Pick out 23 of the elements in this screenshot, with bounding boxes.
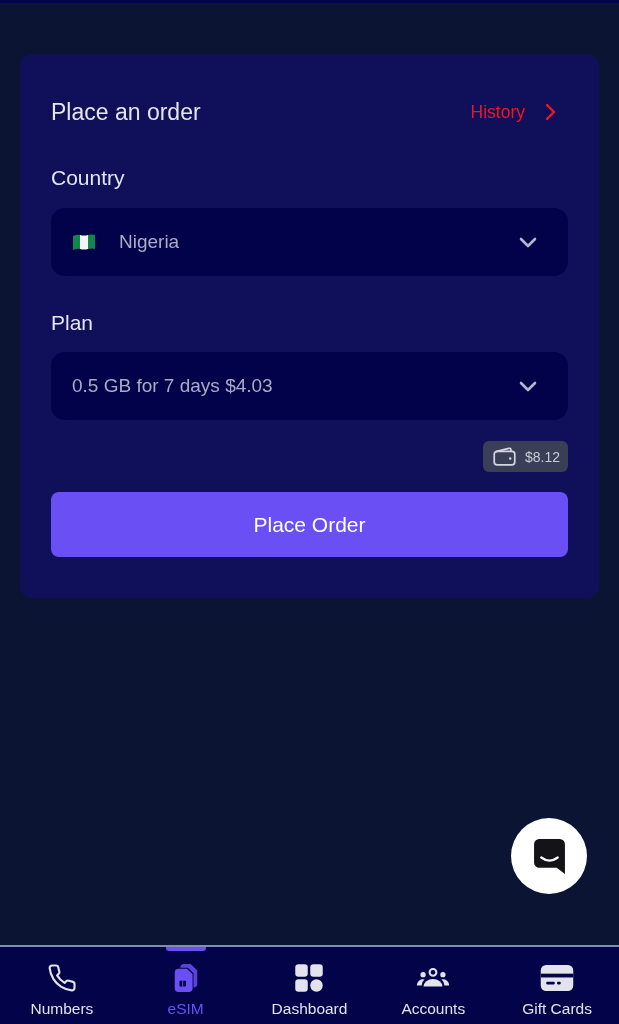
tab-indicator	[165, 947, 206, 951]
chevron-right-icon	[545, 103, 556, 121]
nav-tab[interactable]: Numbers	[0, 947, 124, 1024]
nav-tab[interactable]: Dashboard	[247, 947, 372, 1024]
flag-icon	[72, 233, 96, 251]
plan-select[interactable]: 0.5 GB for 7 days $4.03	[51, 352, 568, 420]
country-select[interactable]: Nigeria	[51, 208, 568, 276]
place-order-button[interactable]: Place Order	[51, 492, 568, 557]
card-title: Place an order	[51, 98, 201, 126]
phone-icon	[46, 963, 77, 993]
chat-bubble-icon	[533, 838, 565, 874]
dashboard-grid-icon	[294, 963, 325, 993]
balance-amount: $8.12	[524, 448, 560, 465]
field-label: Plan	[51, 310, 94, 336]
nav-tab[interactable]: Accounts	[371, 947, 496, 1024]
chevron-down-icon	[519, 236, 537, 248]
nav-tab[interactable]: eSIM	[123, 947, 248, 1024]
nav-tab[interactable]: Gift Cards	[495, 947, 619, 1024]
history-link[interactable]: History	[470, 101, 556, 123]
wallet-icon	[492, 447, 516, 466]
chevron-down-icon	[519, 380, 537, 392]
field-label: Country	[51, 165, 125, 191]
card-icon	[540, 965, 575, 991]
